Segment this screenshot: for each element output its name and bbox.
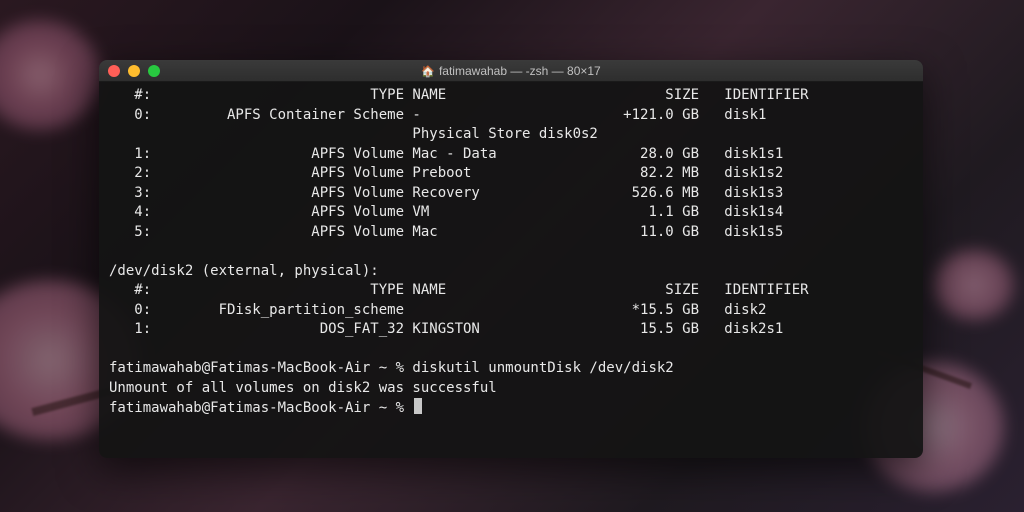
terminal-body[interactable]: #: TYPE NAME SIZE IDENTIFIER 0: APFS Con…: [99, 82, 923, 458]
titlebar: 🏠 fatimawahab — -zsh — 80×17: [99, 60, 923, 82]
bg-flower: [934, 250, 1014, 320]
terminal-window: 🏠 fatimawahab — -zsh — 80×17 #: TYPE NAME…: [99, 60, 923, 458]
window-title: 🏠 fatimawahab — -zsh — 80×17: [99, 64, 923, 78]
close-button[interactable]: [108, 65, 120, 77]
home-icon: 🏠: [421, 65, 435, 78]
traffic-lights: [99, 65, 160, 77]
cursor: [414, 398, 422, 414]
minimize-button[interactable]: [128, 65, 140, 77]
window-title-text: fatimawahab — -zsh — 80×17: [439, 64, 601, 78]
maximize-button[interactable]: [148, 65, 160, 77]
bg-flower: [0, 20, 100, 130]
